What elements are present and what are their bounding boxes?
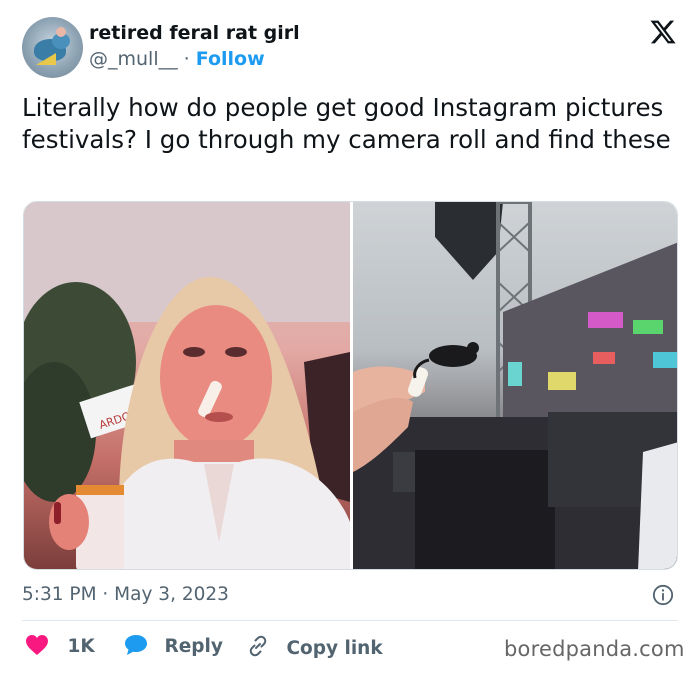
heart-icon <box>26 635 48 655</box>
copy-link-button[interactable]: Copy link <box>246 634 383 659</box>
reply-label: Reply <box>164 636 223 657</box>
tweet-text: Literally how do people get good Instagr… <box>22 93 671 154</box>
tweet-timestamp[interactable]: 5:31 PM · May 3, 2023 <box>22 584 229 605</box>
link-icon <box>249 635 267 657</box>
photo-stage-illustration <box>353 202 677 569</box>
avatar[interactable] <box>22 17 83 78</box>
author-display-name[interactable]: retired feral rat girl <box>89 22 300 44</box>
info-icon[interactable] <box>652 584 674 606</box>
boredpanda-watermark: boredpanda.com <box>504 637 685 661</box>
author-handle-line: @_mull__ · Follow <box>89 48 265 70</box>
author-handle[interactable]: @_mull__ <box>89 48 178 70</box>
photo-selfie-illustration: ARDOYBEACH <box>24 202 350 569</box>
follow-button[interactable]: Follow <box>196 48 265 70</box>
reply-button[interactable]: Reply <box>124 634 223 657</box>
speech-bubble-icon <box>125 635 147 655</box>
like-count: 1K <box>67 636 95 657</box>
avatar-rat-ear <box>56 27 66 37</box>
handle-separator: · <box>183 48 190 70</box>
like-button[interactable]: 1K <box>25 634 95 657</box>
tweet-card: retired feral rat girl @_mull__ · Follow… <box>0 0 700 673</box>
media-grid: ARDOYBEACH <box>23 201 678 570</box>
copy-link-label: Copy link <box>286 638 383 659</box>
x-logo-icon[interactable] <box>648 18 678 46</box>
photo-stage-rat[interactable] <box>353 202 677 569</box>
actions-divider <box>22 620 678 621</box>
photo-selfie[interactable]: ARDOYBEACH <box>24 202 350 569</box>
